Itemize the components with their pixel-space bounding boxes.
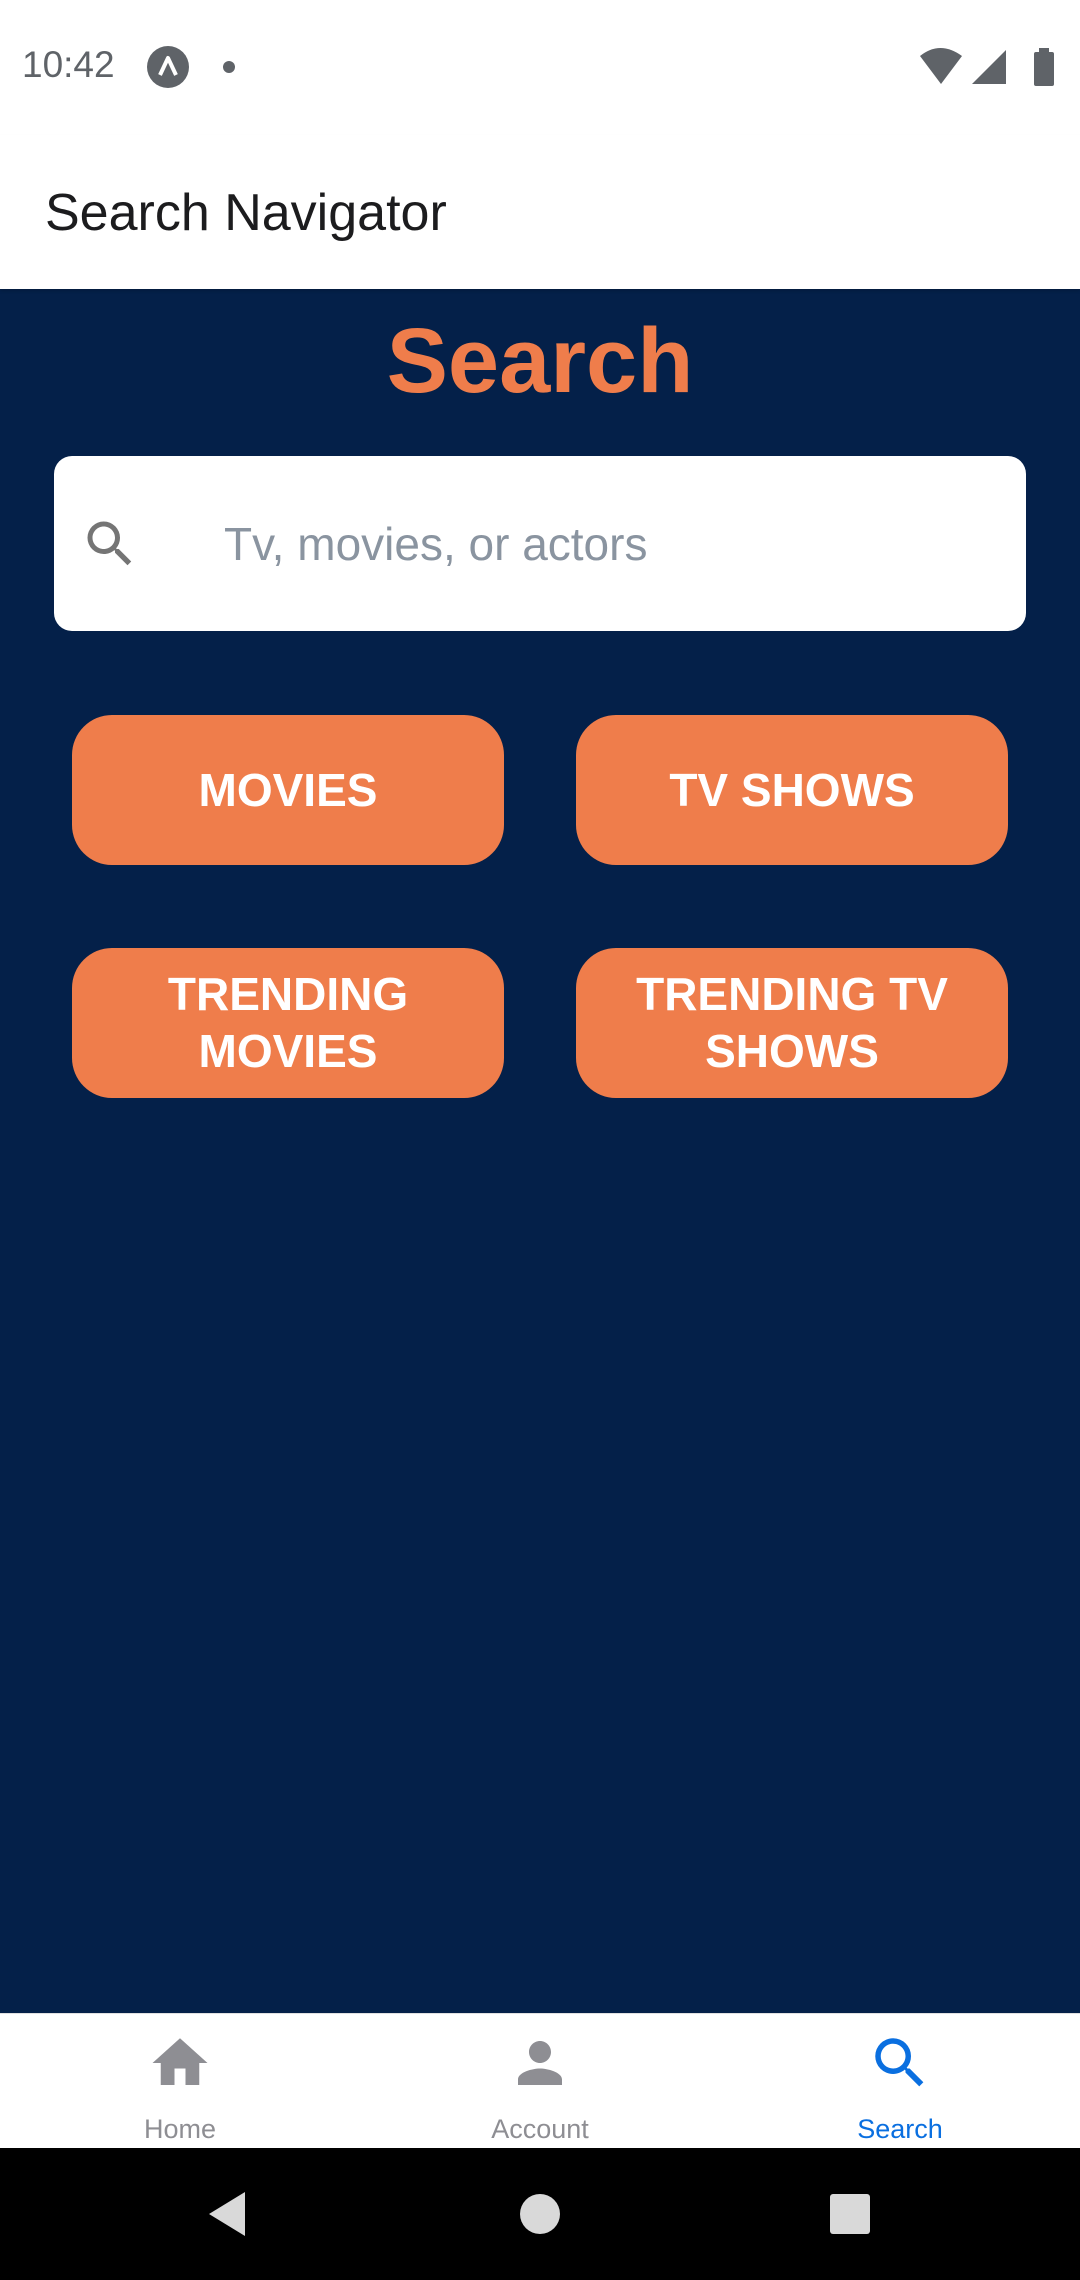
home-icon	[152, 2038, 208, 2085]
tab-search[interactable]: Search	[720, 2014, 1080, 2149]
back-icon[interactable]	[201, 2188, 253, 2240]
tab-home-label: Home	[143, 2114, 217, 2144]
app-header: Search Navigator	[0, 135, 1080, 289]
search-input[interactable]	[224, 456, 1004, 631]
status-bar: 10:42	[0, 0, 1080, 135]
tab-account[interactable]: Account	[360, 2014, 720, 2149]
home-nav-icon[interactable]	[514, 2188, 566, 2240]
page-title: Search	[386, 310, 694, 412]
status-icons	[920, 48, 1054, 86]
trending-movies-button[interactable]: TRENDING MOVIES	[72, 948, 504, 1098]
account-icon	[518, 2041, 562, 2085]
recents-icon[interactable]	[824, 2188, 876, 2240]
status-time: 10:42	[22, 44, 115, 85]
app-screen: 10:42 Search Navigator Search MOVIES TV …	[0, 0, 1080, 2280]
cellular-signal-icon	[972, 50, 1006, 84]
tv-shows-button[interactable]: TV SHOWS	[576, 715, 1008, 865]
notification-dot-icon	[223, 61, 235, 73]
tab-search-label: Search	[857, 2114, 943, 2144]
movies-button[interactable]: MOVIES	[72, 715, 504, 865]
app-notification-icon	[147, 46, 189, 88]
search-screen: Search MOVIES TV SHOWS TRENDING MOVIES T…	[0, 289, 1080, 2013]
trending-tv-shows-button[interactable]: TRENDING TV SHOWS	[576, 948, 1008, 1098]
tab-account-label: Account	[491, 2114, 589, 2144]
search-bar[interactable]	[54, 456, 1026, 631]
tab-home[interactable]: Home	[0, 2014, 360, 2149]
system-nav-bar	[0, 2148, 1080, 2280]
wifi-icon	[920, 48, 962, 84]
bottom-tab-bar: Home Account Search	[0, 2013, 1080, 2149]
search-icon	[875, 2038, 924, 2087]
header-title: Search Navigator	[45, 184, 447, 242]
battery-icon	[1034, 52, 1054, 86]
search-icon	[87, 521, 132, 566]
